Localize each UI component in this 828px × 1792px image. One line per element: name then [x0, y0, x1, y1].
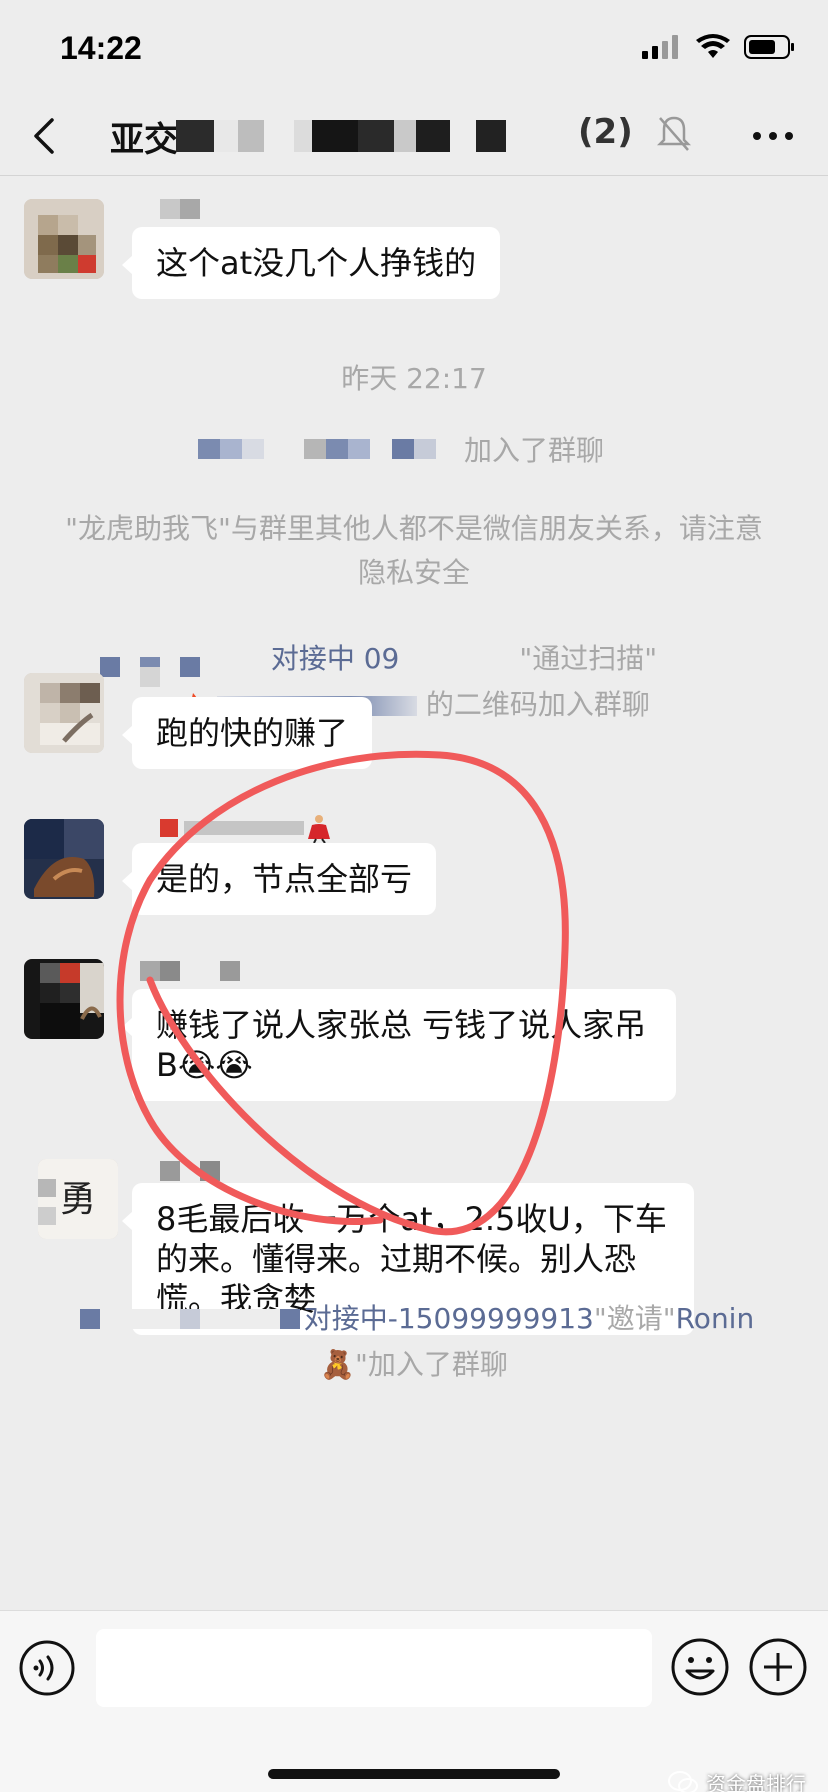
avatar[interactable] [24, 959, 104, 1039]
message-list[interactable]: 这个at没几个人挣钱的 昨天 22:17 加入了群聊 "龙虎助我飞"与群里其他人… [0, 177, 828, 1610]
avatar[interactable] [24, 673, 104, 753]
message-bubble[interactable]: 是的，节点全部亏 [121, 843, 437, 915]
privacy-notice: "龙虎助我飞"与群里其他人都不是微信朋友关系，请注意隐私安全 [65, 512, 763, 589]
input-bar [0, 1610, 828, 1792]
invitee-name-link[interactable]: Ronin [676, 1302, 755, 1335]
system-scan-message: 对接中 09 "通过扫描" [270, 642, 658, 675]
plus-icon[interactable] [748, 1637, 808, 1697]
message-bubble[interactable]: 跑的快的赚了 [121, 697, 373, 769]
inviter-name-link[interactable]: 对接中 09 [271, 642, 400, 675]
sender-name [160, 815, 334, 843]
system-invite-message: 对接中-15099999913"邀请"Ronin [303, 1302, 755, 1335]
chat-header: 亚交 (2) [0, 96, 828, 176]
avatar[interactable] [24, 819, 104, 899]
watermark-text: 资金盘排行 [706, 1772, 806, 1792]
sender-name-mosaic [140, 667, 160, 689]
inviter-name-link[interactable]: 对接中-15099999913 [304, 1302, 594, 1335]
system-join-message: 加入了群聊 [463, 434, 604, 467]
home-indicator [268, 1769, 560, 1779]
dancer-emoji-icon [308, 815, 330, 843]
sender-name-mosaic [160, 199, 200, 221]
system-invite-message-line2: 🧸"加入了群聊 [320, 1348, 508, 1381]
avatar[interactable]: 勇 [38, 1159, 118, 1239]
status-time: 14:22 [60, 30, 142, 66]
wifi-icon [696, 34, 730, 58]
avatar[interactable] [24, 199, 104, 279]
emoji-icon[interactable] [670, 1637, 730, 1697]
member-count: (2) [578, 112, 633, 152]
group-title[interactable]: 亚交 [110, 112, 178, 161]
sender-name-mosaic [160, 1161, 220, 1183]
cellular-signal-icon [642, 35, 678, 59]
system-scan-message-line2: 的二维码加入群聊 [0, 683, 828, 727]
wechat-logo-icon [668, 1770, 698, 1792]
sender-name-mosaic [140, 961, 240, 983]
message-bubble[interactable]: 赚钱了说人家张总 亏钱了说人家吊B😭😭 [122, 989, 676, 1101]
back-chevron-icon[interactable] [24, 114, 68, 158]
message-bubble[interactable]: 这个at没几个人挣钱的 [121, 227, 501, 299]
more-options-icon[interactable] [748, 118, 798, 154]
voice-input-icon[interactable] [18, 1639, 76, 1697]
status-bar: 14:22 [0, 0, 828, 96]
battery-icon [744, 35, 794, 59]
mute-bell-icon [656, 116, 692, 151]
watermark: 资金盘排行 [668, 1768, 806, 1792]
timestamp: 昨天 22:17 [341, 362, 487, 395]
svg-text:勇: 勇 [60, 1179, 96, 1220]
status-icons [642, 34, 796, 60]
message-input[interactable] [96, 1629, 652, 1707]
title-mosaic [176, 120, 546, 152]
